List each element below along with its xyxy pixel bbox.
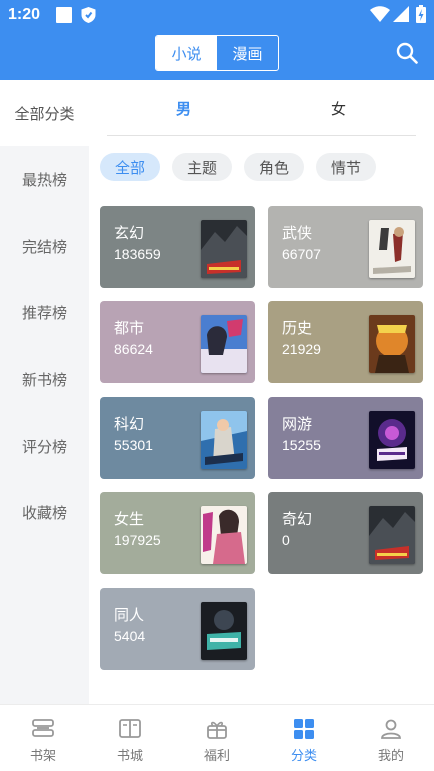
content-type-switch: 小说 漫画: [155, 35, 279, 71]
category-card[interactable]: 都市 86624: [100, 301, 255, 383]
sidebar-item-completed[interactable]: 完结榜: [0, 226, 89, 266]
category-card[interactable]: 历史 21929: [268, 301, 423, 383]
category-count: 66707: [282, 246, 321, 262]
gift-icon: [207, 721, 227, 739]
category-card[interactable]: 奇幻 0: [268, 492, 423, 574]
filter-chips: 全部 主题 角色 情节: [100, 153, 377, 181]
category-card[interactable]: 玄幻 183659: [100, 206, 255, 288]
app-header: 1:20 小说 漫画: [0, 0, 434, 80]
search-icon[interactable]: [396, 42, 418, 64]
category-count: 0: [282, 532, 290, 548]
category-count: 183659: [114, 246, 161, 262]
nav-mine[interactable]: 我的: [348, 705, 434, 771]
category-name: 同人: [114, 606, 145, 624]
cellular-signal-icon: [393, 6, 409, 22]
nav-label: 福利: [203, 749, 230, 764]
category-card[interactable]: 网游 15255: [268, 397, 423, 479]
book-cover-image: [201, 506, 247, 564]
category-card[interactable]: 同人 5404: [100, 588, 255, 670]
sidebar-item-all-categories[interactable]: 全部分类: [0, 80, 89, 146]
shield-icon: [81, 7, 96, 23]
gender-tabs: 男 女: [107, 88, 416, 136]
notification-square-icon: [56, 7, 72, 23]
category-name: 武侠: [282, 224, 313, 242]
filter-chip-role[interactable]: 角色: [244, 153, 305, 181]
category-name: 历史: [282, 319, 313, 337]
book-cover-image: [201, 411, 247, 469]
book-cover-image: [201, 602, 247, 660]
sidebar-item-hottest[interactable]: 最热榜: [0, 159, 89, 199]
category-name: 玄幻: [114, 224, 145, 242]
category-name: 网游: [282, 415, 313, 433]
book-cover-image: [369, 411, 415, 469]
sidebar-item-rating[interactable]: 评分榜: [0, 426, 89, 466]
tab-male[interactable]: 男: [176, 98, 191, 119]
nav-label: 书架: [29, 749, 56, 764]
battery-icon: [416, 5, 426, 23]
user-icon: [381, 719, 401, 739]
category-count: 86624: [114, 341, 153, 357]
book-cover-image: [369, 220, 415, 278]
bookshelf-icon: [32, 719, 54, 737]
category-count: 197925: [114, 532, 161, 548]
book-cover-image: [369, 506, 415, 564]
category-card[interactable]: 女生 197925: [100, 492, 255, 574]
filter-chip-theme[interactable]: 主题: [172, 153, 233, 181]
nav-label: 我的: [377, 749, 404, 764]
category-count: 55301: [114, 437, 153, 453]
tab-comic[interactable]: 漫画: [217, 36, 278, 70]
nav-label: 书城: [116, 749, 143, 764]
tab-novel[interactable]: 小说: [156, 36, 217, 70]
nav-category[interactable]: 分类: [261, 705, 347, 771]
nav-bookstore[interactable]: 书城: [87, 705, 173, 771]
book-cover-image: [201, 315, 247, 373]
grid-icon: [294, 719, 314, 739]
sidebar-item-favorites[interactable]: 收藏榜: [0, 492, 89, 532]
tab-female[interactable]: 女: [331, 98, 346, 119]
nav-label: 分类: [290, 749, 317, 764]
sidebar-item-new-books[interactable]: 新书榜: [0, 359, 89, 399]
category-count: 21929: [282, 341, 321, 357]
status-bar: 1:20: [0, 0, 434, 30]
book-cover-image: [201, 220, 247, 278]
rank-sidebar: 全部分类 最热榜 完结榜 推荐榜 新书榜 评分榜 收藏榜: [0, 80, 89, 704]
filter-chip-all[interactable]: 全部: [100, 153, 161, 181]
category-name: 女生: [114, 510, 145, 528]
book-cover-image: [369, 315, 415, 373]
category-count: 5404: [114, 628, 146, 644]
nav-bookshelf[interactable]: 书架: [0, 705, 86, 771]
sidebar-item-recommended[interactable]: 推荐榜: [0, 292, 89, 332]
category-name: 都市: [114, 319, 145, 337]
wifi-icon: [370, 6, 390, 22]
category-count: 15255: [282, 437, 321, 453]
category-card[interactable]: 科幻 55301: [100, 397, 255, 479]
category-name: 奇幻: [282, 510, 313, 528]
filter-chip-plot[interactable]: 情节: [316, 153, 377, 181]
bottom-navigation: 书架 书城 福利 分类 我的: [0, 704, 434, 771]
category-name: 科幻: [114, 415, 145, 433]
status-time: 1:20: [8, 6, 41, 23]
nav-welfare[interactable]: 福利: [174, 705, 260, 771]
category-card[interactable]: 武侠 66707: [268, 206, 423, 288]
book-open-icon: [119, 719, 141, 738]
